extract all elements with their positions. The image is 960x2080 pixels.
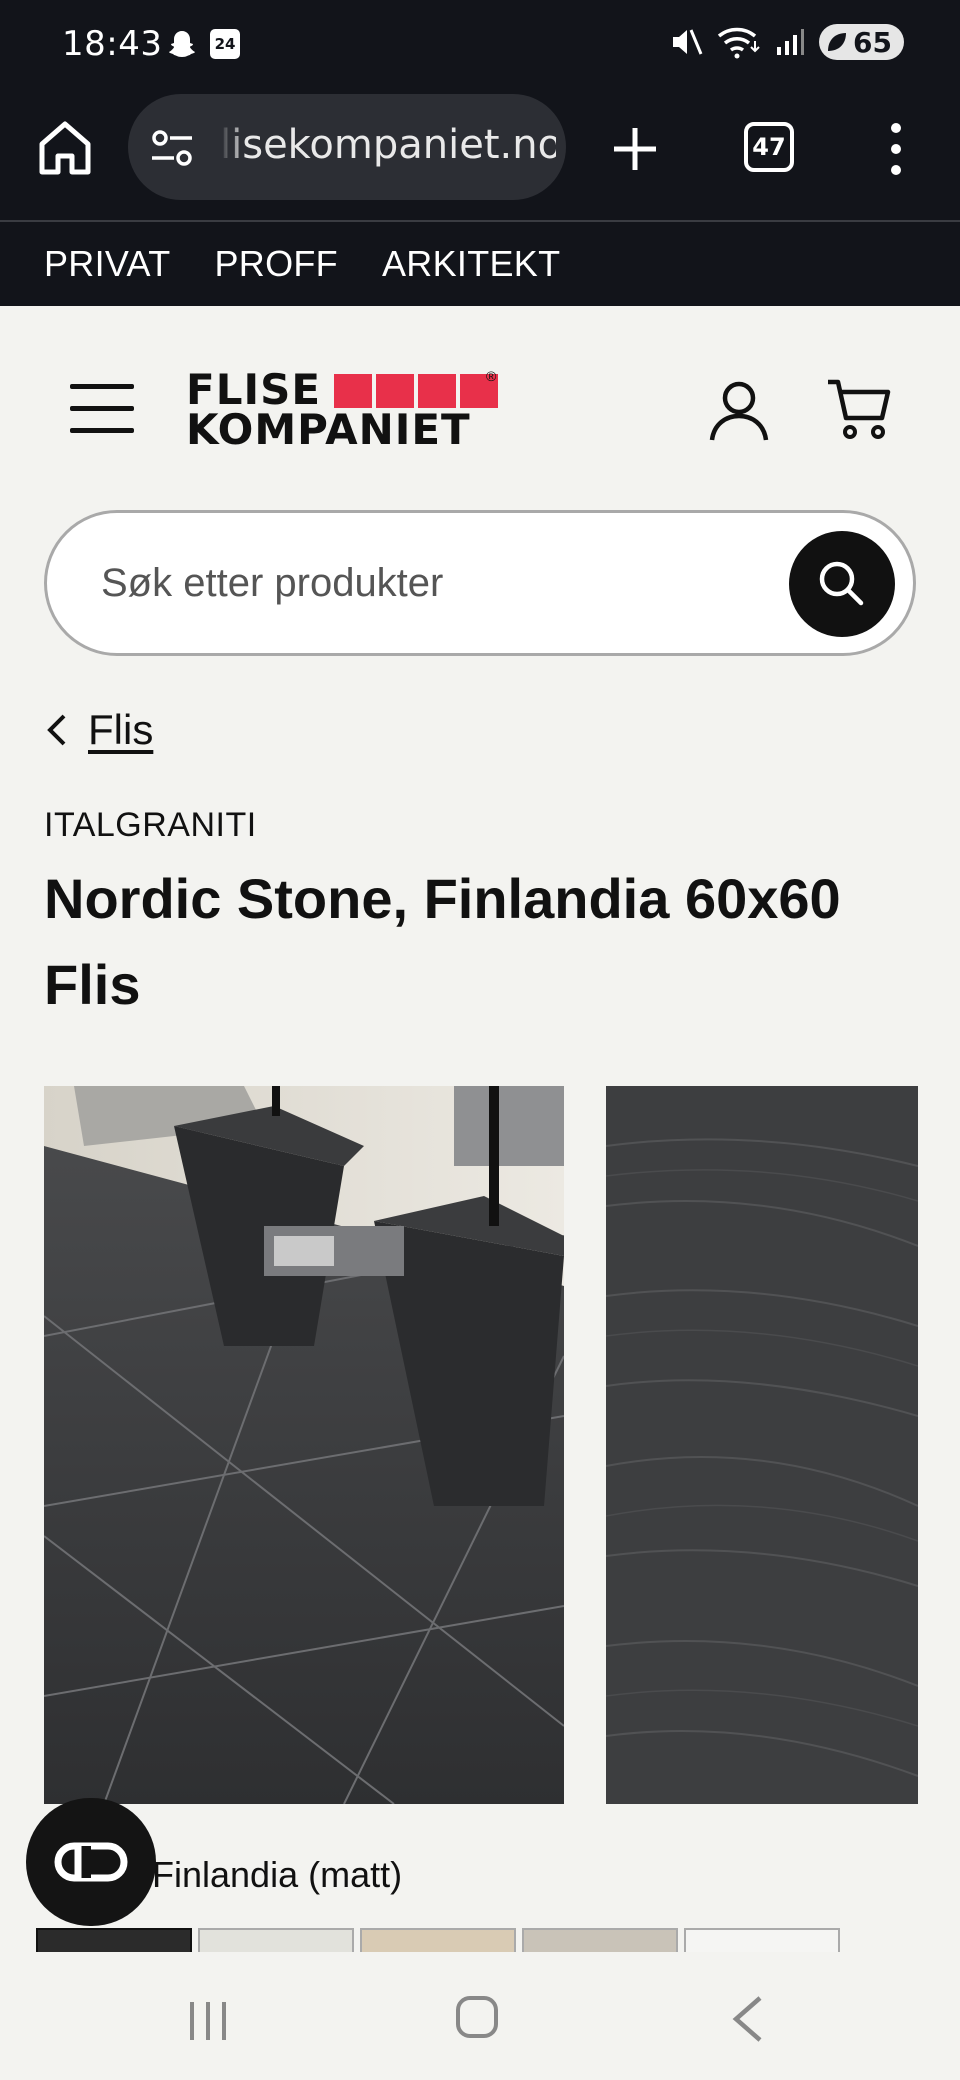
home-button-icon[interactable] <box>454 1994 500 2040</box>
search-button[interactable] <box>789 531 895 637</box>
search-input[interactable] <box>101 551 761 615</box>
product-image-main[interactable] <box>44 1086 564 1804</box>
product-title: Nordic Stone, Finlandia 60x60 Flis <box>44 867 841 1016</box>
product-image-texture[interactable] <box>606 1086 918 1804</box>
address-bar[interactable]: lisekompaniet.no <box>128 94 566 200</box>
segment-privat[interactable]: PRIVAT <box>44 243 170 285</box>
battery-indicator: 65 <box>819 24 904 60</box>
wifi-icon <box>717 27 760 59</box>
chevron-left-icon[interactable] <box>44 710 68 750</box>
compare-button[interactable] <box>26 1798 156 1926</box>
segment-arkitekt[interactable]: ARKITEKT <box>382 243 560 285</box>
product-brand: ITALGRANITI <box>44 806 257 844</box>
stone-texture-image <box>606 1086 918 1804</box>
calendar-icon: 24 <box>210 29 240 59</box>
site-header: FLISE ® KOMPANIET <box>0 306 960 502</box>
segment-proff[interactable]: PROFF <box>214 243 338 285</box>
link-icon <box>54 1842 128 1882</box>
segment-nav: PRIVAT PROFF ARKITEKT <box>0 222 960 306</box>
snapchat-icon <box>169 31 195 57</box>
recent-apps-icon[interactable] <box>186 1998 230 2042</box>
variant-label: Finlandia (matt) <box>152 1854 403 1895</box>
browser-toolbar: lisekompaniet.no 47 <box>0 88 960 222</box>
tabs-button[interactable]: 47 <box>744 122 794 172</box>
more-vertical-icon[interactable] <box>884 122 908 176</box>
signal-icon <box>777 29 805 55</box>
logo[interactable]: FLISE ® KOMPANIET <box>186 368 498 452</box>
back-icon[interactable] <box>730 1994 766 2044</box>
plus-icon[interactable] <box>610 124 660 174</box>
menu-icon[interactable] <box>70 384 134 434</box>
breadcrumb: Flis <box>44 700 153 760</box>
search-box <box>44 510 916 656</box>
status-time: 18:43 <box>62 24 163 64</box>
logo-squares <box>334 374 498 408</box>
mute-icon <box>673 29 703 55</box>
color-swatches <box>36 1928 840 1958</box>
leaf-icon <box>828 33 847 51</box>
home-icon[interactable] <box>36 118 94 176</box>
url-text[interactable]: lisekompaniet.no <box>220 122 556 168</box>
system-navigation-bar <box>0 1952 960 2080</box>
bathroom-scene-image <box>44 1086 564 1804</box>
tune-icon[interactable] <box>150 128 194 168</box>
user-icon[interactable] <box>706 378 772 444</box>
status-bar: 18:43 24 65 <box>0 0 960 88</box>
cart-icon[interactable] <box>826 376 892 442</box>
search-icon <box>819 561 864 606</box>
breadcrumb-link[interactable]: Flis <box>88 706 153 754</box>
